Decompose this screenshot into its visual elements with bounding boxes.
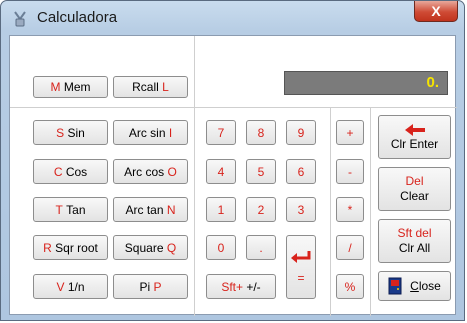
reciprocal-button[interactable]: V 1/n bbox=[33, 274, 108, 299]
digit-0-button[interactable]: 0 bbox=[206, 235, 236, 260]
enter-button[interactable]: = bbox=[286, 235, 316, 299]
pi-label: Pi bbox=[139, 279, 151, 294]
digit-4-button[interactable]: 4 bbox=[206, 159, 236, 184]
sft-key: Sft+ bbox=[221, 279, 243, 294]
arctan-key: N bbox=[166, 202, 176, 217]
window-title: Calculadora bbox=[37, 9, 118, 26]
digit-7-button[interactable]: 7 bbox=[206, 120, 236, 145]
digit-9-button[interactable]: 9 bbox=[286, 120, 316, 145]
cos-key: C bbox=[53, 164, 63, 179]
multiply-operator-button[interactable]: * bbox=[336, 197, 364, 222]
cos-label: Cos bbox=[65, 164, 88, 179]
cos-button[interactable]: C Cos bbox=[33, 159, 108, 184]
sqrt-key: R bbox=[43, 240, 52, 255]
clear-all-button[interactable]: Sft del Clr All bbox=[378, 219, 451, 263]
mem-key: M bbox=[50, 80, 61, 94]
digit-5-button[interactable]: 5 bbox=[246, 159, 276, 184]
pi-button[interactable]: Pi P bbox=[113, 274, 188, 299]
arcsin-button[interactable]: Arc sin I bbox=[113, 120, 188, 145]
percent-operator-button[interactable]: % bbox=[336, 274, 364, 299]
arctan-button[interactable]: Arc tan N bbox=[113, 197, 188, 222]
left-column-separator bbox=[194, 36, 195, 316]
digit-1-button[interactable]: 1 bbox=[206, 197, 236, 222]
rcall-key: L bbox=[162, 80, 169, 94]
window-close-button[interactable]: X bbox=[414, 1, 458, 22]
close-app-button[interactable]: Close bbox=[378, 271, 451, 301]
rcall-label: Rcall bbox=[132, 80, 159, 94]
calculator-body: M Mem Rcall L 0. S Sin Arc sin I C Cos A… bbox=[9, 35, 457, 316]
sin-label: Sin bbox=[67, 125, 85, 140]
arccos-key: O bbox=[167, 164, 177, 179]
digit-3-button[interactable]: 3 bbox=[286, 197, 316, 222]
sft-del-label: Sft del bbox=[397, 226, 432, 240]
memory-recall-button[interactable]: Rcall L bbox=[113, 76, 188, 98]
close-label-rest: lose bbox=[418, 279, 441, 293]
operator-separator bbox=[370, 108, 371, 316]
plusminus-label: +/- bbox=[246, 279, 261, 294]
memory-separator bbox=[10, 107, 457, 108]
reciprocal-label: 1/n bbox=[67, 279, 85, 294]
digit-6-button[interactable]: 6 bbox=[286, 159, 316, 184]
add-operator-button[interactable]: + bbox=[336, 120, 364, 145]
memory-mem-button[interactable]: M Mem bbox=[33, 76, 108, 98]
divide-operator-button[interactable]: / bbox=[336, 235, 364, 260]
arcsin-label: Arc sin bbox=[128, 125, 166, 140]
sqrt-button[interactable]: R Sqr root bbox=[33, 235, 108, 260]
delete-clear-button[interactable]: Del Clear bbox=[378, 167, 451, 211]
square-key: Q bbox=[166, 240, 177, 255]
sin-button[interactable]: S Sin bbox=[33, 120, 108, 145]
subtract-operator-button[interactable]: - bbox=[336, 159, 364, 184]
calculator-app-icon bbox=[14, 11, 26, 27]
square-button[interactable]: Square Q bbox=[113, 235, 188, 260]
tan-button[interactable]: T Tan bbox=[33, 197, 108, 222]
reciprocal-key: V bbox=[56, 279, 65, 294]
sign-toggle-button[interactable]: Sft+ +/- bbox=[206, 274, 276, 299]
mem-label: Mem bbox=[63, 80, 91, 94]
calculator-window: Calculadora X M Mem Rcall L 0. S Sin Arc… bbox=[0, 0, 465, 321]
digit-8-button[interactable]: 8 bbox=[246, 120, 276, 145]
title-bar[interactable]: Calculadora X bbox=[1, 1, 464, 35]
tan-label: Tan bbox=[66, 202, 86, 217]
arccos-label: Arc cos bbox=[124, 164, 165, 179]
keypad-separator bbox=[330, 108, 331, 316]
result-display: 0. bbox=[284, 71, 448, 95]
arcsin-key: I bbox=[168, 125, 173, 140]
sqrt-label: Sqr root bbox=[55, 240, 98, 255]
exit-door-icon bbox=[388, 277, 402, 295]
square-label: Square bbox=[124, 240, 164, 255]
arctan-label: Arc tan bbox=[125, 202, 164, 217]
enter-arrow-icon bbox=[291, 251, 311, 263]
sin-key: S bbox=[56, 125, 65, 140]
clear-label: Clear bbox=[400, 189, 429, 203]
equals-label: = bbox=[297, 271, 305, 285]
digit-2-button[interactable]: 2 bbox=[246, 197, 276, 222]
clear-entry-label: Clr Enter bbox=[390, 137, 439, 151]
close-mnemonic: C bbox=[410, 279, 419, 293]
pi-key: P bbox=[153, 279, 162, 294]
del-label: Del bbox=[405, 174, 424, 188]
arccos-button[interactable]: Arc cos O bbox=[113, 159, 188, 184]
clear-all-label: Clr All bbox=[398, 241, 431, 255]
clear-entry-button[interactable]: Clr Enter bbox=[378, 115, 451, 159]
decimal-point-button[interactable]: . bbox=[246, 235, 276, 260]
tan-key: T bbox=[55, 202, 63, 217]
backspace-arrow-icon bbox=[404, 124, 425, 136]
